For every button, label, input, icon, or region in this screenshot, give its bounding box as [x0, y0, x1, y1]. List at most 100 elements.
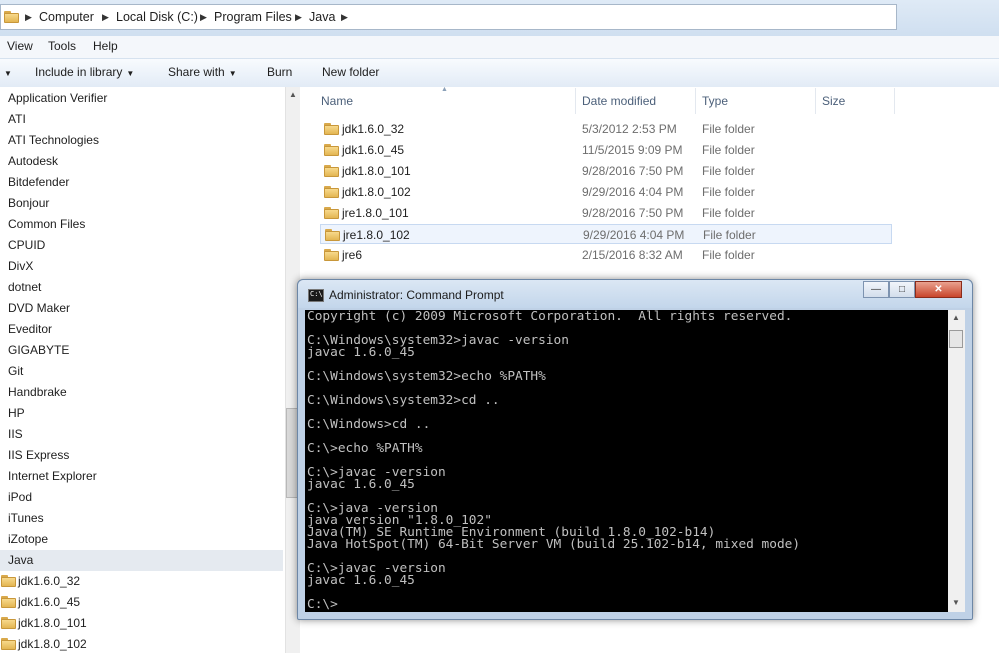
column-size[interactable]: Size	[822, 94, 845, 108]
file-name: jre6	[342, 248, 363, 262]
burn-button[interactable]: Burn	[267, 65, 292, 79]
file-row[interactable]: jdk1.6.0_32 5/3/2012 2:53 PM File folder	[320, 119, 892, 139]
console-output[interactable]: Copyright (c) 2009 Microsoft Corporation…	[305, 310, 948, 612]
file-name: jre1.8.0_102	[343, 228, 410, 242]
sidebar-item[interactable]: CPUID	[8, 235, 45, 256]
close-button[interactable]: ✕	[915, 281, 962, 298]
sidebar-item[interactable]: GIGABYTE	[8, 340, 69, 361]
scroll-up-icon[interactable]: ▲	[952, 313, 960, 322]
breadcrumb-local-disk[interactable]: Local Disk (C:)	[116, 10, 198, 24]
column-divider[interactable]	[894, 88, 895, 114]
column-divider[interactable]	[575, 88, 576, 114]
file-row[interactable]: jre1.8.0_102 9/29/2016 4:04 PM File folder	[320, 224, 892, 244]
address-bar: ▶ Computer ▶ Local Disk (C:) ▶ Program F…	[0, 0, 999, 37]
folder-icon	[324, 249, 339, 261]
sidebar-item[interactable]: ATI	[8, 109, 26, 130]
sidebar-item[interactable]: DivX	[8, 256, 33, 277]
file-date-modified: 2/15/2016 8:32 AM	[582, 248, 683, 262]
file-type: File folder	[702, 248, 755, 262]
sidebar-item[interactable]: IIS Express	[8, 445, 69, 466]
sidebar-item[interactable]: iTunes	[8, 508, 44, 529]
cmd-title-bar[interactable]: C:\ Administrator: Command Prompt — □ ✕	[298, 280, 972, 308]
sidebar-item[interactable]: Handbrake	[8, 382, 67, 403]
sidebar-item[interactable]: Common Files	[8, 214, 85, 235]
scroll-up-icon[interactable]: ▲	[289, 90, 297, 99]
column-name[interactable]: Name	[321, 94, 353, 108]
folder-icon	[324, 123, 339, 135]
folder-icon	[324, 186, 339, 198]
column-date-modified[interactable]: Date modified	[582, 94, 656, 108]
column-divider[interactable]	[815, 88, 816, 114]
folder-icon	[1, 575, 16, 587]
cmd-scrollbar[interactable]: ▲ ▼	[948, 310, 965, 612]
chevron-right-icon[interactable]: ▶	[341, 12, 348, 23]
menu-tools[interactable]: Tools	[48, 39, 76, 53]
folder-icon	[1, 617, 16, 629]
file-row[interactable]: jre6 2/15/2016 8:32 AM File folder	[320, 245, 892, 265]
file-row[interactable]: jre1.8.0_101 9/28/2016 7:50 PM File folder	[320, 203, 892, 223]
console-text: Copyright (c) 2009 Microsoft Corporation…	[307, 310, 801, 612]
file-name: jdk1.6.0_32	[342, 122, 405, 136]
sidebar-item[interactable]: Java	[0, 550, 283, 571]
share-with-button[interactable]: Share with ▼	[168, 65, 237, 79]
sidebar-item[interactable]: Eveditor	[8, 319, 52, 340]
sidebar-item[interactable]: dotnet	[8, 277, 41, 298]
column-type[interactable]: Type	[702, 94, 728, 108]
chevron-right-icon[interactable]: ▶	[295, 12, 302, 23]
breadcrumb-computer[interactable]: Computer	[39, 10, 94, 24]
include-in-library-button[interactable]: Include in library ▼	[35, 65, 134, 79]
folder-icon	[4, 11, 19, 23]
cmd-window-title: Administrator: Command Prompt	[329, 288, 504, 302]
chevron-right-icon[interactable]: ▶	[102, 12, 109, 23]
file-name: jdk1.8.0_101	[342, 164, 411, 178]
sidebar-item[interactable]: ATI Technologies	[8, 130, 99, 151]
sidebar-subitem-label: jdk1.8.0_101	[18, 616, 87, 630]
file-row[interactable]: jdk1.6.0_45 11/5/2015 9:09 PM File folder	[320, 140, 892, 160]
sidebar-item[interactable]: HP	[8, 403, 25, 424]
file-name: jdk1.6.0_45	[342, 143, 405, 157]
address-field[interactable]: ▶ Computer ▶ Local Disk (C:) ▶ Program F…	[0, 4, 897, 30]
sidebar-item[interactable]: iPod	[8, 487, 32, 508]
file-row[interactable]: jdk1.8.0_101 9/28/2016 7:50 PM File folder	[320, 161, 892, 181]
file-type: File folder	[702, 122, 755, 136]
file-date-modified: 9/28/2016 7:50 PM	[582, 164, 684, 178]
menu-view[interactable]: View	[7, 39, 33, 53]
file-name: jdk1.8.0_102	[342, 185, 411, 199]
sidebar-item[interactable]: Bitdefender	[8, 172, 69, 193]
folder-icon	[1, 596, 16, 608]
sidebar-item[interactable]: Internet Explorer	[8, 466, 97, 487]
column-divider[interactable]	[695, 88, 696, 114]
new-folder-button[interactable]: New folder	[322, 65, 379, 79]
command-toolbar: ▼ Include in library ▼ Share with ▼ Burn N…	[0, 58, 999, 88]
sidebar-item[interactable]: Bonjour	[8, 193, 49, 214]
breadcrumb-java[interactable]: Java	[309, 10, 335, 24]
sidebar-item[interactable]: iZotope	[8, 529, 48, 550]
maximize-button[interactable]: □	[889, 281, 915, 298]
share-with-label: Share with	[168, 65, 225, 79]
chevron-down-icon: ▼	[126, 69, 135, 78]
sidebar-subitem-label: jdk1.8.0_102	[18, 637, 87, 651]
minimize-button[interactable]: —	[863, 281, 889, 298]
include-in-library-label: Include in library	[35, 65, 123, 79]
menu-help[interactable]: Help	[93, 39, 118, 53]
sidebar-item[interactable]: Autodesk	[8, 151, 58, 172]
chevron-right-icon[interactable]: ▶	[200, 12, 207, 23]
chevron-right-icon: ▶	[25, 12, 32, 22]
scroll-down-icon[interactable]: ▼	[952, 598, 960, 607]
sidebar-item[interactable]: Application Verifier	[8, 88, 107, 109]
file-row[interactable]: jdk1.8.0_102 9/29/2016 4:04 PM File folder	[320, 182, 892, 202]
console-icon: C:\	[308, 289, 324, 302]
sidebar-subitem-label: jdk1.6.0_45	[18, 595, 81, 609]
file-date-modified: 5/3/2012 2:53 PM	[582, 122, 677, 136]
folder-icon	[1, 638, 16, 650]
sidebar-item[interactable]: DVD Maker	[8, 298, 70, 319]
breadcrumb-program-files[interactable]: Program Files	[214, 10, 292, 24]
sort-up-icon: ▲	[441, 86, 448, 93]
column-headers: Name ▲ Date modified Type Size	[300, 86, 999, 115]
sidebar-item[interactable]: IIS	[8, 424, 23, 445]
sidebar-item[interactable]: Git	[8, 361, 23, 382]
organize-dropdown-icon[interactable]: ▼	[0, 65, 12, 79]
file-type: File folder	[702, 164, 755, 178]
folder-icon	[324, 165, 339, 177]
cmd-scrollbar-thumb[interactable]	[949, 330, 963, 348]
